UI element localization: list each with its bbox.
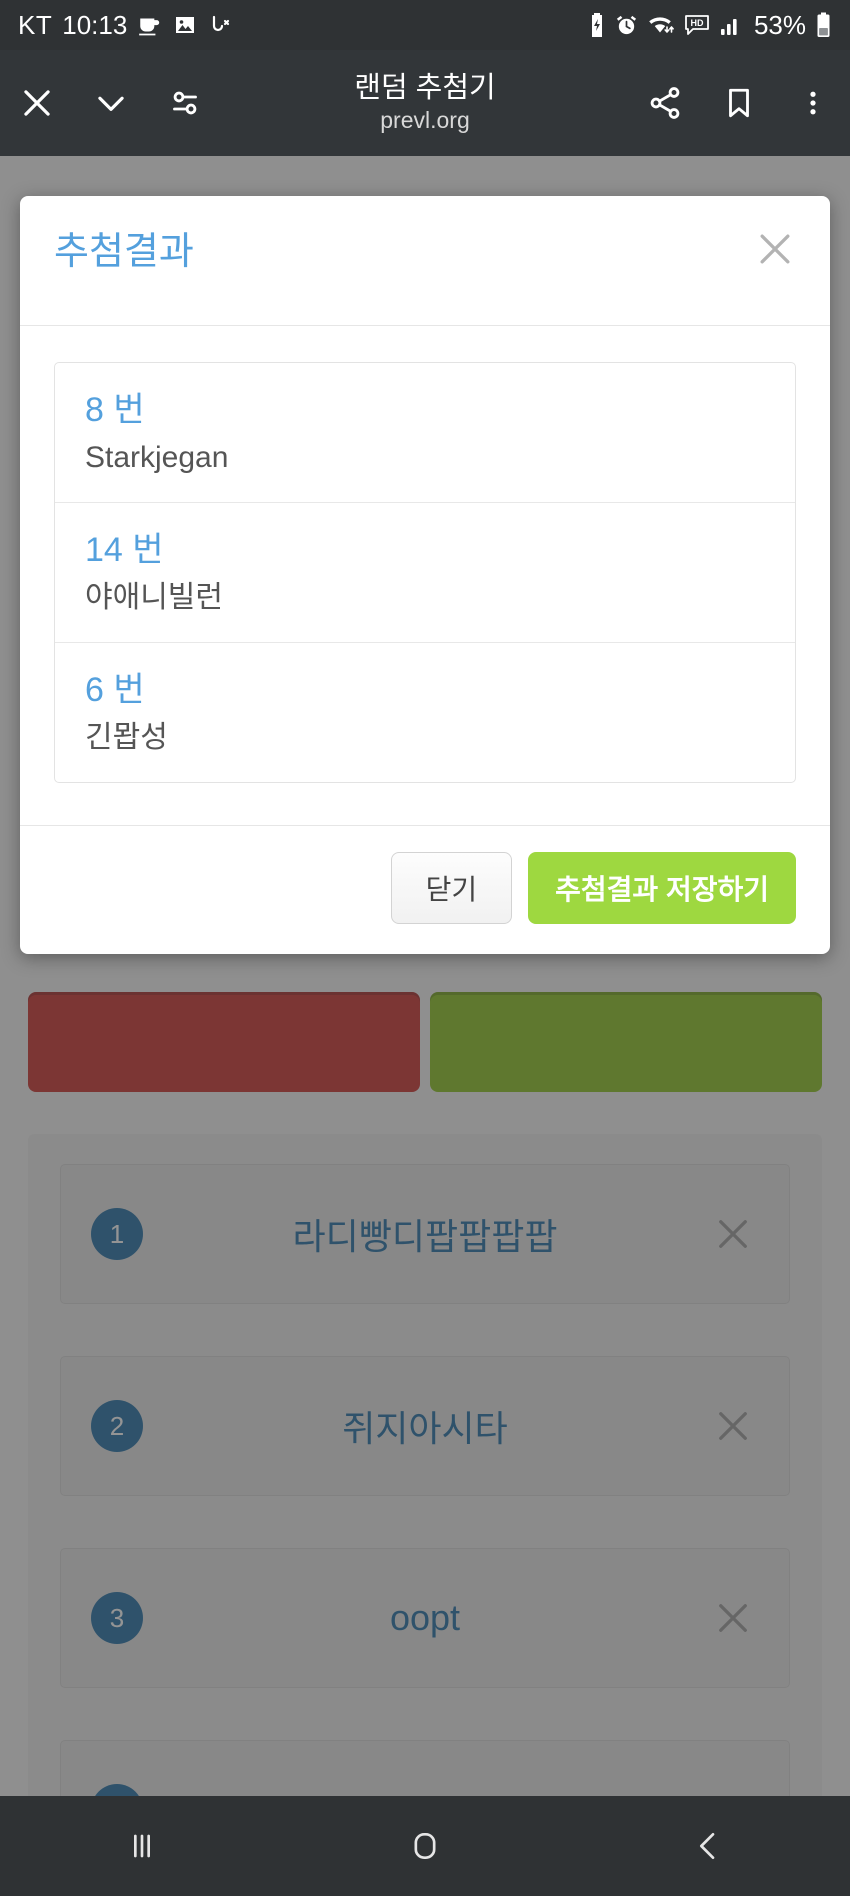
close-icon bbox=[18, 84, 56, 122]
status-bar: KT 10:13 HD 53% bbox=[0, 0, 850, 50]
share-icon bbox=[647, 85, 683, 121]
close-icon bbox=[753, 227, 797, 271]
result-list: 8 번 Starkjegan 14 번 야애니빌런 6 번 긴뫕성 bbox=[54, 362, 796, 783]
modal-header: 추첨결과 bbox=[20, 196, 830, 326]
status-bar-left: KT 10:13 bbox=[18, 10, 231, 41]
phone-screen: KT 10:13 HD 53% 랜덤 추첨기 prevl.org 추첨결과 8 … bbox=[0, 0, 850, 1896]
close-dialog-button[interactable]: 닫기 bbox=[390, 852, 513, 924]
wifi-icon bbox=[647, 13, 675, 37]
image-icon bbox=[173, 13, 197, 37]
back-button[interactable] bbox=[648, 1796, 768, 1896]
result-modal: 추첨결과 8 번 Starkjegan 14 번 야애니빌런 6 번 긴뫕성 닫… bbox=[20, 196, 830, 954]
more-menu-button[interactable] bbox=[776, 50, 850, 156]
svg-text:HD: HD bbox=[690, 18, 703, 28]
status-bar-right: HD 53% bbox=[588, 10, 832, 41]
bookmark-icon bbox=[722, 86, 756, 120]
result-number: 6 번 bbox=[85, 671, 145, 709]
list-item: 14 번 야애니빌런 bbox=[55, 503, 795, 643]
collapse-button[interactable] bbox=[74, 50, 148, 156]
modal-title: 추첨결과 bbox=[54, 231, 194, 273]
clock-label: 10:13 bbox=[62, 9, 128, 40]
home-icon bbox=[405, 1826, 445, 1866]
alarm-icon bbox=[615, 14, 638, 37]
chevron-down-icon bbox=[92, 84, 130, 122]
page-title: 랜덤 추첨기 bbox=[354, 71, 496, 104]
result-number: 8 번 bbox=[85, 391, 145, 429]
save-result-button[interactable]: 추첨결과 저장하기 bbox=[528, 852, 796, 924]
close-tab-button[interactable] bbox=[0, 50, 74, 156]
bookmark-button[interactable] bbox=[702, 50, 776, 156]
android-nav-bar bbox=[0, 1796, 850, 1896]
home-button[interactable] bbox=[365, 1796, 485, 1896]
result-number: 14 번 bbox=[85, 531, 164, 569]
carrier-label: KT bbox=[18, 9, 53, 40]
more-vertical-icon bbox=[798, 86, 828, 120]
list-item: 8 번 Starkjegan bbox=[55, 363, 795, 503]
back-icon bbox=[688, 1826, 728, 1866]
modal-body: 8 번 Starkjegan 14 번 야애니빌런 6 번 긴뫕성 bbox=[20, 326, 830, 825]
result-name: Starkjegan bbox=[85, 440, 229, 474]
battery-saver-icon bbox=[588, 13, 606, 37]
mute-vibrate-icon bbox=[207, 13, 231, 37]
result-name: 긴뫕성 bbox=[85, 720, 168, 754]
battery-percent-label: 53% bbox=[753, 9, 806, 40]
page-title-block[interactable]: 랜덤 추첨기 prevl.org bbox=[222, 72, 628, 135]
coffee-cup-icon bbox=[137, 12, 163, 38]
signal-bars-icon bbox=[719, 13, 743, 37]
battery-icon bbox=[815, 12, 832, 38]
browser-toolbar: 랜덤 추첨기 prevl.org bbox=[0, 50, 850, 156]
tune-icon bbox=[167, 85, 203, 121]
share-button[interactable] bbox=[628, 50, 702, 156]
page-info-button[interactable] bbox=[148, 50, 222, 156]
hd-voice-icon: HD bbox=[684, 14, 710, 36]
page-url: prevl.org bbox=[380, 106, 470, 133]
list-item: 6 번 긴뫕성 bbox=[55, 643, 795, 782]
modal-close-button[interactable] bbox=[748, 222, 802, 276]
recents-icon bbox=[122, 1826, 162, 1866]
result-name: 야애니빌런 bbox=[85, 580, 223, 614]
modal-footer: 닫기 추첨결과 저장하기 bbox=[20, 825, 830, 954]
recents-button[interactable] bbox=[82, 1796, 202, 1896]
